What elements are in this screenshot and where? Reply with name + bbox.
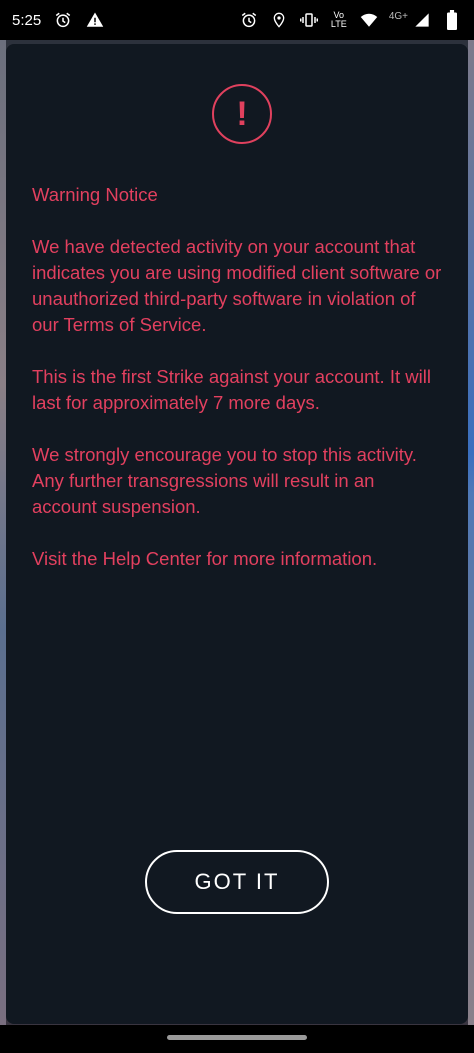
navigation-bar [0, 1025, 474, 1053]
help-center-link[interactable]: Visit the Help Center [32, 548, 201, 569]
help-paragraph: Visit the Help Center for more informati… [32, 546, 444, 572]
alarm-icon [53, 10, 73, 30]
violation-text-end: . [201, 314, 207, 335]
terms-of-service-link[interactable]: Terms of Service [64, 314, 202, 335]
warning-icon [85, 10, 105, 30]
got-it-button[interactable]: GOT IT [145, 850, 329, 914]
status-left: 5:25 [12, 10, 105, 30]
network-type: 4G+ [388, 10, 408, 22]
help-text: for more information. [201, 548, 378, 569]
violation-paragraph: We have detected activity on your accoun… [32, 234, 444, 338]
alert-glyph: ! [236, 94, 248, 133]
dialog-content: Warning Notice We have detected activity… [32, 182, 444, 598]
home-gesture-handle[interactable] [167, 1035, 307, 1040]
strike-paragraph: This is the first Strike against your ac… [32, 366, 431, 413]
signal-icon [412, 10, 432, 30]
alert-icon: ! [212, 84, 272, 144]
battery-icon [442, 10, 462, 30]
status-right: Vo LTE 4G+ [239, 10, 462, 30]
background-right-edge [468, 40, 474, 1025]
wifi-icon [359, 10, 379, 30]
warning-dialog: ! Warning Notice We have detected activi… [6, 44, 468, 1024]
status-bar: 5:25 Vo LTE 4G+ [0, 0, 474, 40]
volte-bottom: LTE [330, 19, 347, 29]
screen: 5:25 Vo LTE 4G+ ! Warning Notice We have… [0, 0, 474, 1053]
volte-icon: Vo LTE [329, 10, 349, 30]
dialog-title: Warning Notice [32, 184, 158, 205]
location-icon [269, 10, 289, 30]
vibrate-icon [299, 10, 319, 30]
status-time: 5:25 [12, 11, 42, 29]
alarm-icon [239, 10, 259, 30]
encourage-paragraph: We strongly encourage you to stop this a… [32, 444, 417, 517]
